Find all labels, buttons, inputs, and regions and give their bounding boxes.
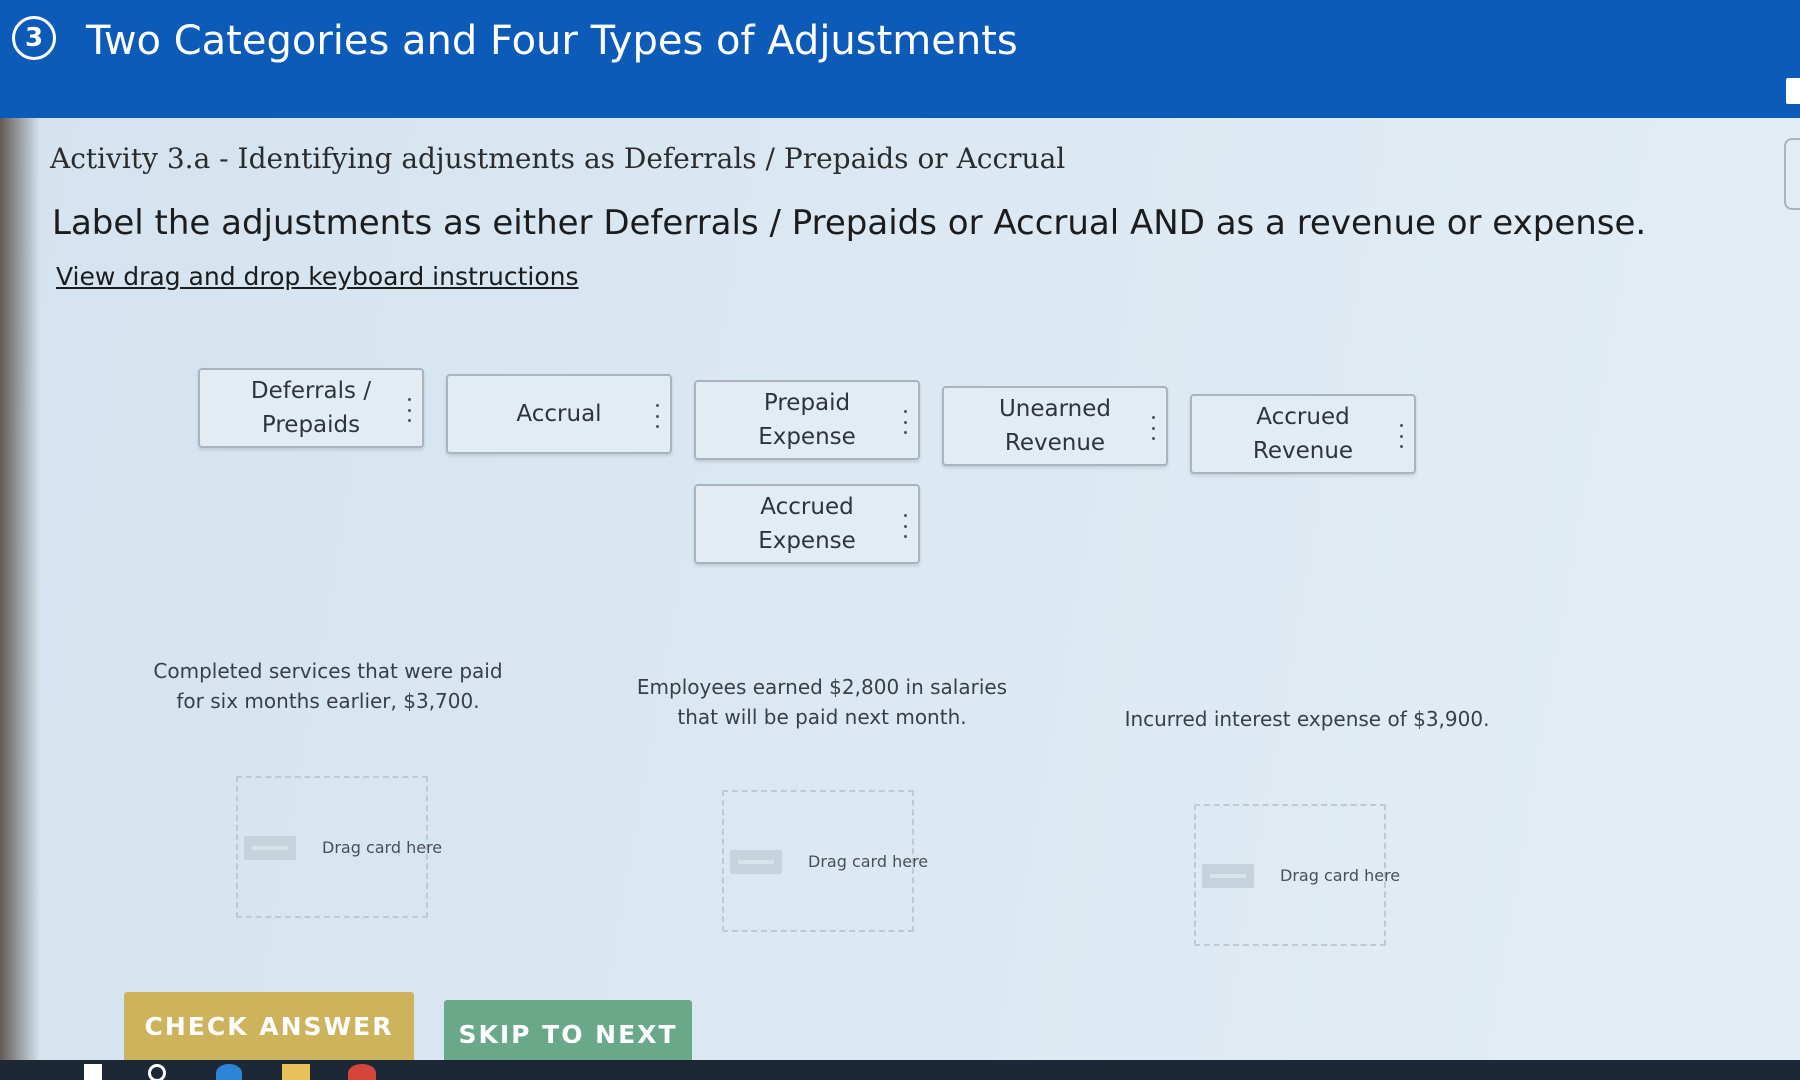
chrome-browser-icon[interactable] xyxy=(348,1064,376,1080)
card-accrued-expense[interactable]: Accrued Expense xyxy=(694,484,920,564)
card-prepaid-expense[interactable]: Prepaid Expense xyxy=(694,380,920,460)
card-label: Unearned Revenue xyxy=(998,396,1112,456)
card-placeholder-icon xyxy=(244,836,296,860)
card-placeholder-icon xyxy=(1202,864,1254,888)
side-panel-tab[interactable] xyxy=(1784,138,1800,210)
folder-icon[interactable] xyxy=(282,1064,310,1080)
card-accrual[interactable]: Accrual xyxy=(446,374,672,454)
dropzone-label: Drag card here xyxy=(808,852,929,871)
prompt-text: Employees earned $2,800 in salaries that… xyxy=(636,675,1008,729)
page-title: Two Categories and Four Types of Adjustm… xyxy=(86,18,1018,64)
step-number-badge: 3 xyxy=(12,16,56,60)
prompt-text: Completed services that were paid for si… xyxy=(153,659,503,713)
dropzone-label: Drag card here xyxy=(1280,866,1401,885)
windows-start-icon[interactable] xyxy=(84,1064,102,1080)
card-accrued-revenue[interactable]: Accrued Revenue xyxy=(1190,394,1416,474)
drag-handle-icon[interactable] xyxy=(902,410,908,434)
prompt-text: Incurred interest expense of $3,900. xyxy=(1124,707,1490,731)
taskbar xyxy=(0,1060,1800,1080)
drag-handle-icon[interactable] xyxy=(1150,416,1156,440)
card-unearned-revenue[interactable]: Unearned Revenue xyxy=(942,386,1168,466)
edge-browser-icon[interactable] xyxy=(216,1064,242,1080)
card-label: Accrued Revenue xyxy=(1252,404,1354,464)
dropzone[interactable]: Drag card here xyxy=(236,776,442,918)
card-label: Accrued Expense xyxy=(758,494,856,554)
dropzone[interactable]: Drag card here xyxy=(722,790,928,932)
keyboard-instructions-link[interactable]: View drag and drop keyboard instructions xyxy=(56,262,579,291)
dropzone[interactable]: Drag card here xyxy=(1194,804,1400,946)
card-deferrals-prepaids[interactable]: Deferrals / Prepaids xyxy=(198,368,424,448)
card-placeholder-icon xyxy=(730,850,782,874)
card-label: Accrual xyxy=(516,401,602,427)
dropzone-label: Drag card here xyxy=(322,838,443,857)
activity-title: Activity 3.a - Identifying adjustments a… xyxy=(50,142,1066,175)
drag-handle-icon[interactable] xyxy=(406,398,412,422)
screen: 3 Two Categories and Four Types of Adjus… xyxy=(0,0,1800,1080)
card-label: Prepaid Expense xyxy=(758,390,856,450)
drag-handle-icon[interactable] xyxy=(654,404,660,428)
instructions-text: Label the adjustments as either Deferral… xyxy=(52,203,1647,243)
header-bar: 3 Two Categories and Four Types of Adjus… xyxy=(0,0,1800,118)
search-icon[interactable] xyxy=(148,1064,166,1080)
calculator-icon[interactable] xyxy=(1786,78,1800,104)
check-answer-button[interactable]: CHECK ANSWER xyxy=(124,992,414,1062)
card-label: Deferrals / Prepaids xyxy=(250,378,372,438)
monitor-bezel-shade xyxy=(0,118,40,1080)
drag-handle-icon[interactable] xyxy=(902,514,908,538)
drag-handle-icon[interactable] xyxy=(1398,424,1404,448)
